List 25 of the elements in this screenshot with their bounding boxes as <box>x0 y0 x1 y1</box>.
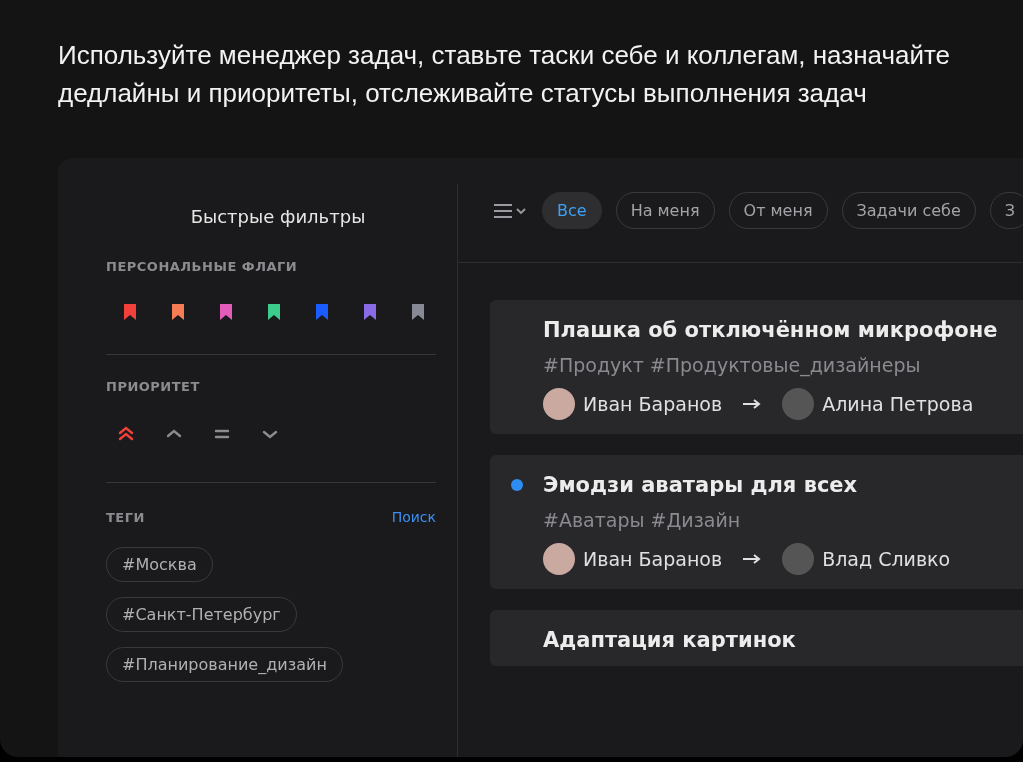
sidebar-title: Быстрые фильтры <box>190 206 366 227</box>
avatar <box>782 543 815 575</box>
search-link[interactable]: Поиск <box>391 509 436 525</box>
arrow-icon <box>742 553 763 565</box>
task-title: Эмодзи аватары для всех <box>543 473 858 497</box>
assignee-name: Алина Петрова <box>822 393 974 415</box>
author-name: Иван Баранов <box>583 548 723 570</box>
filter-chip[interactable]: Все <box>542 192 602 229</box>
author-name: Иван Баранов <box>583 393 723 415</box>
task-tags: #Продукт #Продуктовые_дизайнеры <box>490 354 1023 376</box>
task-title: Плашка об отключённом микрофоне <box>543 318 998 342</box>
section-heading: ПРИОРИТЕТ <box>106 379 201 394</box>
section-heading: ТЕГИ <box>106 509 145 525</box>
task-card[interactable]: Эмодзи аватары для всех #Аватары #Дизайн Иван Баранов Влад Сливко <box>490 455 1023 589</box>
task-tags: #Аватары #Дизайн <box>490 509 1023 531</box>
assignee-name: Влад Сливко <box>822 548 951 570</box>
task-card[interactable]: Плашка об отключённом микрофоне #Продукт #Продуктовые_дизайнеры Иван Баранов Алина Петрова <box>490 300 1023 434</box>
task-title: Адаптация картинок <box>543 628 796 652</box>
section-heading: ПЕРСОНАЛЬНЫЕ ФЛАГИ <box>106 259 299 274</box>
headline: Используйте менеджер задач, ставьте таски себе и коллегам, назначайте дедлайны и приоритеты, отслеживайте статусы выполнения задач <box>58 39 951 110</box>
avatar <box>543 388 575 420</box>
avatar <box>543 543 575 575</box>
arrow-icon <box>742 398 763 410</box>
avatar <box>782 388 815 420</box>
task-card[interactable]: Адаптация картинок <box>490 610 1023 666</box>
